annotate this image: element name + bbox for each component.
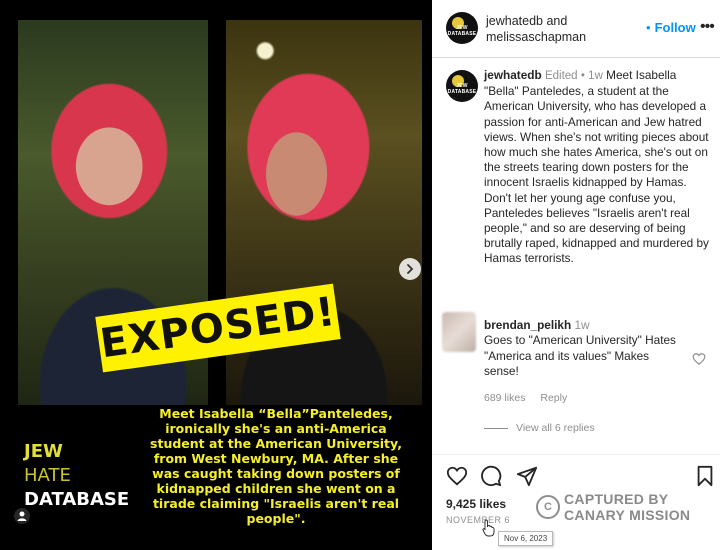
watermark-text: CAPTURED BY CANARY MISSION (564, 491, 690, 523)
caption-body: Meet Isabella "Bella" Panteledes, a stud… (484, 68, 709, 266)
caption-avatar[interactable]: JEW DATABASE (446, 70, 478, 102)
brand-line-2: HATE (24, 465, 71, 486)
avatar-label: JEW DATABASE (447, 83, 477, 95)
comment-time: 1w (574, 318, 590, 332)
comment-body: Goes to "American University" Hates "Ame… (484, 333, 676, 379)
comment-icon[interactable] (480, 465, 502, 487)
chevron-right-icon (407, 264, 414, 274)
caption-separator: • (580, 70, 585, 82)
brand-logo: JEW HATE DATABASE (24, 440, 134, 512)
comment-item: brendan_pelikh 1w Goes to "American Univ… (432, 312, 720, 412)
collaborator-username[interactable]: melissaschapman (486, 29, 586, 45)
hand-cursor-icon (482, 519, 495, 537)
reply-button[interactable]: Reply (540, 392, 567, 404)
author-avatar[interactable]: JEW DATABASE (446, 12, 478, 44)
share-icon[interactable] (516, 465, 538, 487)
replies-divider (484, 427, 508, 429)
post-header: JEW DATABASE jewhatedb and melissaschapm… (432, 0, 720, 58)
avatar-label: JEW DATABASE (447, 25, 477, 37)
user-tag-icon[interactable] (14, 508, 30, 524)
author-username[interactable]: jewhatedb (486, 14, 543, 28)
comment-likes[interactable]: 689 likes (484, 392, 525, 404)
view-replies-label: View all 6 replies (516, 422, 595, 434)
date-tooltip: Nov 6, 2023 (498, 531, 554, 546)
caption-text-block: jewhatedb Edited • 1w Meet Isabella "Bel… (484, 68, 710, 267)
caption-edited: Edited (544, 70, 578, 82)
canary-logo-icon: C (536, 495, 560, 519)
heart-icon[interactable] (446, 465, 468, 487)
and-text: and (546, 14, 568, 28)
post-media: EXPOSED! JEW HATE DATABASE Meet Isabella… (0, 0, 432, 550)
brand-line-3: DATABASE (24, 489, 130, 510)
post-date[interactable]: NOVEMBER 6 (446, 515, 510, 525)
caption-username[interactable]: jewhatedb (484, 68, 542, 82)
comment-text-block: brendan_pelikh 1w Goes to "American Univ… (484, 318, 680, 380)
likes-count[interactable]: 9,425 likes (446, 497, 506, 511)
brand-line-1: JEW (24, 441, 63, 462)
author-names: jewhatedb and melissaschapman (486, 13, 586, 45)
watermark-line-1: CAPTURED BY (564, 491, 669, 507)
comment-actions: 689 likes Reply (484, 392, 579, 404)
follow-button[interactable]: • Follow (646, 20, 696, 35)
carousel-next-button[interactable] (399, 258, 421, 280)
post-action-bar: 9,425 likes NOVEMBER 6 C CAPTURED BY CAN… (432, 454, 720, 550)
view-replies-button[interactable]: View all 6 replies (484, 422, 595, 434)
more-options-button[interactable]: ••• (700, 18, 715, 36)
bookmark-icon[interactable] (694, 465, 716, 487)
follow-label: Follow (654, 20, 696, 35)
commenter-avatar[interactable] (442, 312, 476, 352)
heart-icon[interactable] (692, 352, 706, 366)
follow-dot: • (646, 20, 651, 35)
post-side-panel: JEW DATABASE jewhatedb and melissaschapm… (432, 0, 720, 550)
comment-username[interactable]: brendan_pelikh (484, 318, 571, 332)
caption-time: 1w (588, 70, 603, 82)
watermark-line-2: CANARY MISSION (564, 507, 691, 523)
canary-mission-watermark: C CAPTURED BY CANARY MISSION (536, 491, 716, 531)
media-caption: Meet Isabella “Bella”Panteledes, ironica… (150, 406, 402, 526)
